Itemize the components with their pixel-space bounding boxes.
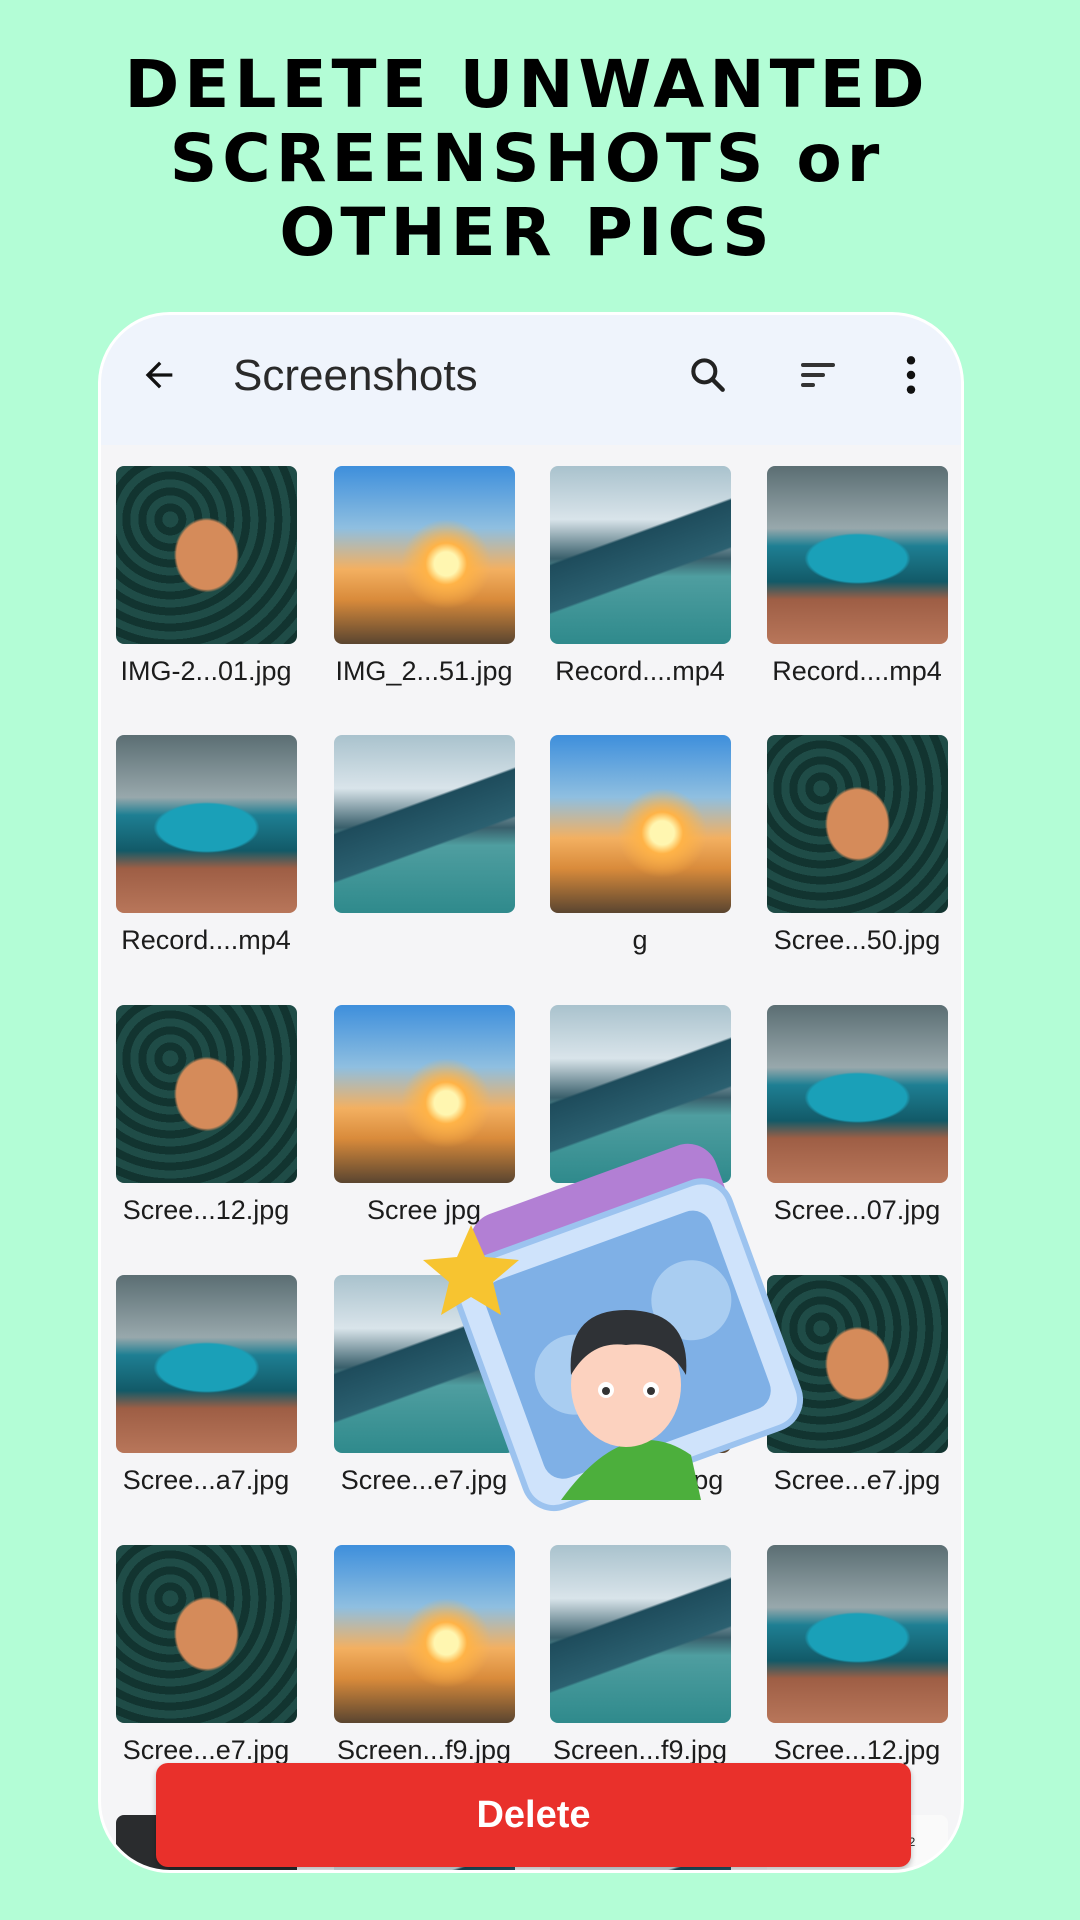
file-name: Record....mp4 xyxy=(772,656,942,686)
file-name: Scree...a7.jpg xyxy=(122,1465,290,1495)
thumbnail-sunset[interactable] xyxy=(550,735,731,913)
file-name: Scree...12.jpg xyxy=(773,1735,941,1765)
more-vert-icon[interactable] xyxy=(901,353,921,397)
headline-line-3: OTHER PICS xyxy=(279,194,775,271)
headline: DELETE UNWANTED SCREENSHOTS or OTHER PIC… xyxy=(0,48,1054,270)
file-name: IMG_2...51.jpg xyxy=(335,656,513,686)
file-name: Scree...e7.jpg xyxy=(122,1735,290,1765)
file-name: IMG-2...01.jpg xyxy=(120,656,292,686)
gallery-icon-illustration xyxy=(423,1143,803,1512)
thumbnail-sunset[interactable] xyxy=(334,1545,515,1723)
file-name: Screen...f9.jpg xyxy=(552,1735,728,1765)
thumbnail-mountain[interactable] xyxy=(334,735,515,913)
file-name: g xyxy=(632,925,648,955)
thumbnail-leaf[interactable] xyxy=(116,466,297,644)
headline-line-1: DELETE UNWANTED xyxy=(124,46,930,123)
file-name: Scree...50.jpg xyxy=(773,925,941,955)
thumbnail-car[interactable] xyxy=(767,466,948,644)
page-title: Screenshots xyxy=(233,351,478,400)
thumbnail-mountain[interactable] xyxy=(550,1545,731,1723)
delete-button[interactable]: Delete xyxy=(156,1763,911,1867)
file-name: Scree...12.jpg xyxy=(122,1195,290,1225)
file-name: Record....mp4 xyxy=(555,656,725,686)
headline-line-2: SCREENSHOTS or xyxy=(169,120,885,197)
thumbnail-car[interactable] xyxy=(767,1545,948,1723)
thumbnail-sunset[interactable] xyxy=(334,466,515,644)
file-name: Record....mp4 xyxy=(121,925,291,955)
thumbnail-leaf[interactable] xyxy=(116,1005,297,1183)
phone-screen: Screenshots IMG-2...01.jpg IMG_2...51.jpg… xyxy=(98,312,964,1873)
search-icon[interactable] xyxy=(686,353,730,397)
sort-icon[interactable] xyxy=(796,355,840,395)
thumbnail-leaf[interactable] xyxy=(767,735,948,913)
thumbnail-car[interactable] xyxy=(116,735,297,913)
arrow-back-icon[interactable] xyxy=(139,355,179,395)
file-name: Screen...f9.jpg xyxy=(336,1735,512,1765)
app-bar: Screenshots xyxy=(101,315,961,445)
thumbnail-car[interactable] xyxy=(116,1275,297,1453)
thumbnail-mountain[interactable] xyxy=(550,466,731,644)
thumbnail-leaf[interactable] xyxy=(116,1545,297,1723)
